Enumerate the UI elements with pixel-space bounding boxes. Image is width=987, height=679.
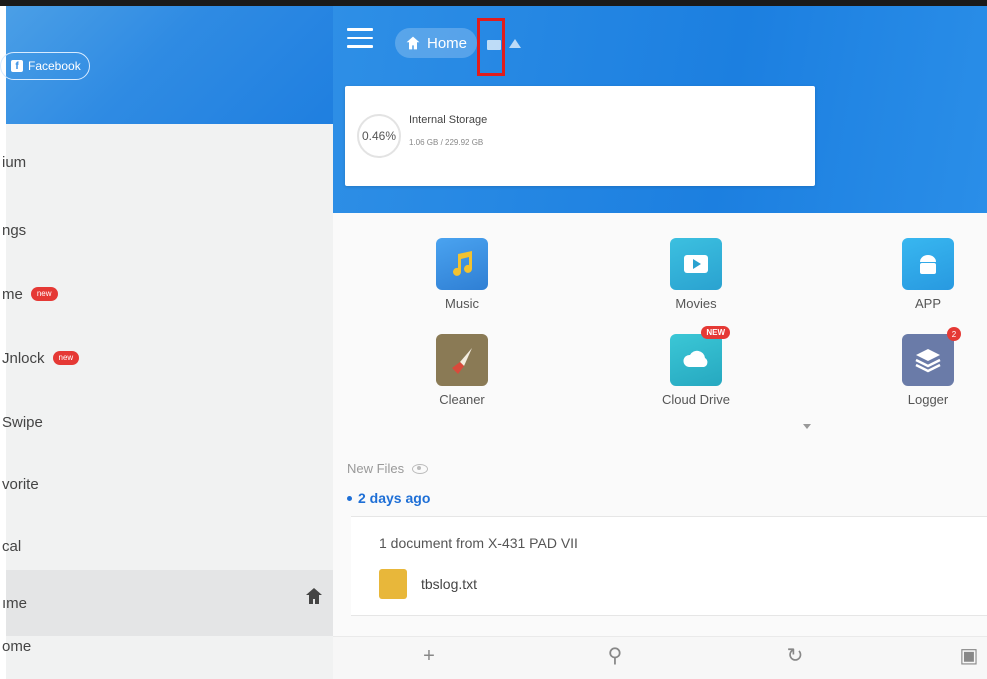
sidebar-item-theme[interactable]: me new — [2, 280, 58, 308]
cleaner-tile — [436, 334, 488, 386]
facebook-button[interactable]: f Facebook — [0, 52, 90, 80]
sidebar-item-label: ıme — [2, 594, 28, 612]
category-app[interactable]: APP — [873, 238, 983, 311]
sidebar-item-label: Jnlock — [2, 349, 45, 367]
bottom-toolbar: + ⚲ ↻ ▣ — [333, 636, 987, 679]
sidebar-item-label: ngs — [2, 221, 27, 239]
main-header: Home 0.46% Internal Storage 1.06 GB / 22… — [333, 6, 987, 213]
document-file-icon — [379, 569, 407, 599]
new-badge: new — [52, 351, 80, 365]
category-label: Movies — [675, 296, 717, 311]
sidebar-item-settings[interactable]: ngs — [2, 216, 26, 244]
refresh-icon: ↻ — [786, 645, 804, 667]
new-files-label: New Files — [347, 461, 405, 476]
sidebar-item-label: ium — [2, 153, 27, 171]
sidebar-item-premium[interactable]: ium — [2, 148, 26, 176]
home-icon[interactable] — [304, 586, 324, 606]
layers-icon — [915, 349, 941, 373]
category-label: Cloud Drive — [662, 392, 730, 407]
category-cloud-drive[interactable]: NEW Cloud Drive — [641, 326, 751, 407]
new-tag: NEW — [701, 326, 730, 339]
category-label: APP — [914, 296, 941, 311]
play-icon — [684, 255, 708, 273]
category-label: Logger — [907, 392, 949, 407]
category-label: Cleaner — [439, 392, 485, 407]
logger-tile: 2 — [902, 327, 961, 386]
screen: f Facebook ium ngs me new Jnlock new Swi… — [0, 0, 987, 679]
search-button[interactable]: ⚲ — [585, 645, 645, 667]
plus-icon: + — [423, 645, 435, 667]
sidebar-item-swipe[interactable]: Swipe — [2, 408, 43, 436]
facebook-icon: f — [11, 60, 23, 72]
sidebar-item-home[interactable]: ıme — [2, 570, 333, 636]
storage-title: Internal Storage — [409, 114, 488, 126]
breadcrumb-home[interactable]: Home — [395, 28, 478, 58]
sidebar: f Facebook ium ngs me new Jnlock new Swi… — [0, 6, 333, 679]
hamburger-menu-icon[interactable] — [347, 28, 373, 50]
broom-icon — [452, 348, 472, 374]
chevron-down-icon[interactable] — [803, 424, 811, 429]
category-music[interactable]: Music — [407, 238, 517, 311]
recent-files-card[interactable]: 1 document from X-431 PAD VII tbslog.txt — [351, 516, 987, 616]
sidebar-item-unlock[interactable]: Jnlock new — [2, 344, 80, 372]
cloud-drive-tile: NEW — [670, 326, 730, 386]
main-panel: Home 0.46% Internal Storage 1.06 GB / 22… — [333, 6, 987, 679]
date-group-header: 2 days ago — [347, 490, 430, 506]
sidebar-item-favorite[interactable]: vorite — [2, 470, 39, 498]
breadcrumb-home-label: Home — [427, 34, 468, 52]
sidebar-item-label: ome — [2, 637, 32, 655]
music-tile — [436, 238, 488, 290]
bullet-dot — [347, 495, 352, 501]
windows-icon: ▣ — [959, 645, 979, 667]
file-item[interactable]: tbslog.txt — [379, 569, 477, 599]
storage-percent: 0.46% — [361, 129, 397, 143]
category-label: Music — [445, 296, 479, 311]
refresh-button[interactable]: ↻ — [765, 645, 825, 667]
file-name: tbslog.txt — [421, 576, 478, 592]
sidebar-item-remote[interactable]: ome — [2, 632, 31, 660]
highlight-box — [477, 18, 505, 76]
search-icon: ⚲ — [607, 645, 623, 667]
sidebar-item-label: me — [2, 285, 23, 303]
windows-button[interactable]: ▣ — [939, 645, 987, 667]
new-badge: new — [30, 287, 58, 301]
storage-usage: 1.06 GB / 229.92 GB — [409, 138, 484, 147]
storage-card[interactable]: 0.46% Internal Storage 1.06 GB / 229.92 … — [345, 86, 815, 186]
cloud-icon — [683, 350, 708, 367]
storage-card-tab — [401, 182, 429, 186]
movies-tile — [670, 238, 722, 290]
facebook-label: Facebook — [28, 59, 81, 73]
breadcrumb-up-arrow-icon[interactable] — [509, 39, 521, 48]
sidebar-item-local[interactable]: cal — [2, 532, 21, 560]
category-cleaner[interactable]: Cleaner — [407, 334, 517, 407]
sidebar-item-label: cal — [2, 537, 22, 555]
sidebar-item-label: Swipe — [2, 413, 43, 431]
new-button[interactable]: + — [399, 645, 459, 667]
android-icon — [920, 255, 936, 274]
music-note-icon — [453, 251, 472, 276]
count-badge: 2 — [947, 327, 961, 341]
eye-icon[interactable] — [412, 463, 429, 474]
category-logger[interactable]: 2 Logger — [873, 327, 983, 407]
storage-usage-ring: 0.46% — [357, 114, 401, 158]
home-icon — [406, 36, 420, 50]
file-card-title: 1 document from X-431 PAD VII — [379, 535, 578, 551]
date-group-label: 2 days ago — [358, 490, 431, 506]
new-files-header: New Files — [347, 461, 429, 476]
app-tile — [902, 238, 954, 290]
category-movies[interactable]: Movies — [641, 238, 751, 311]
sidebar-item-label: vorite — [2, 475, 39, 493]
sidebar-header: f Facebook — [0, 6, 333, 124]
